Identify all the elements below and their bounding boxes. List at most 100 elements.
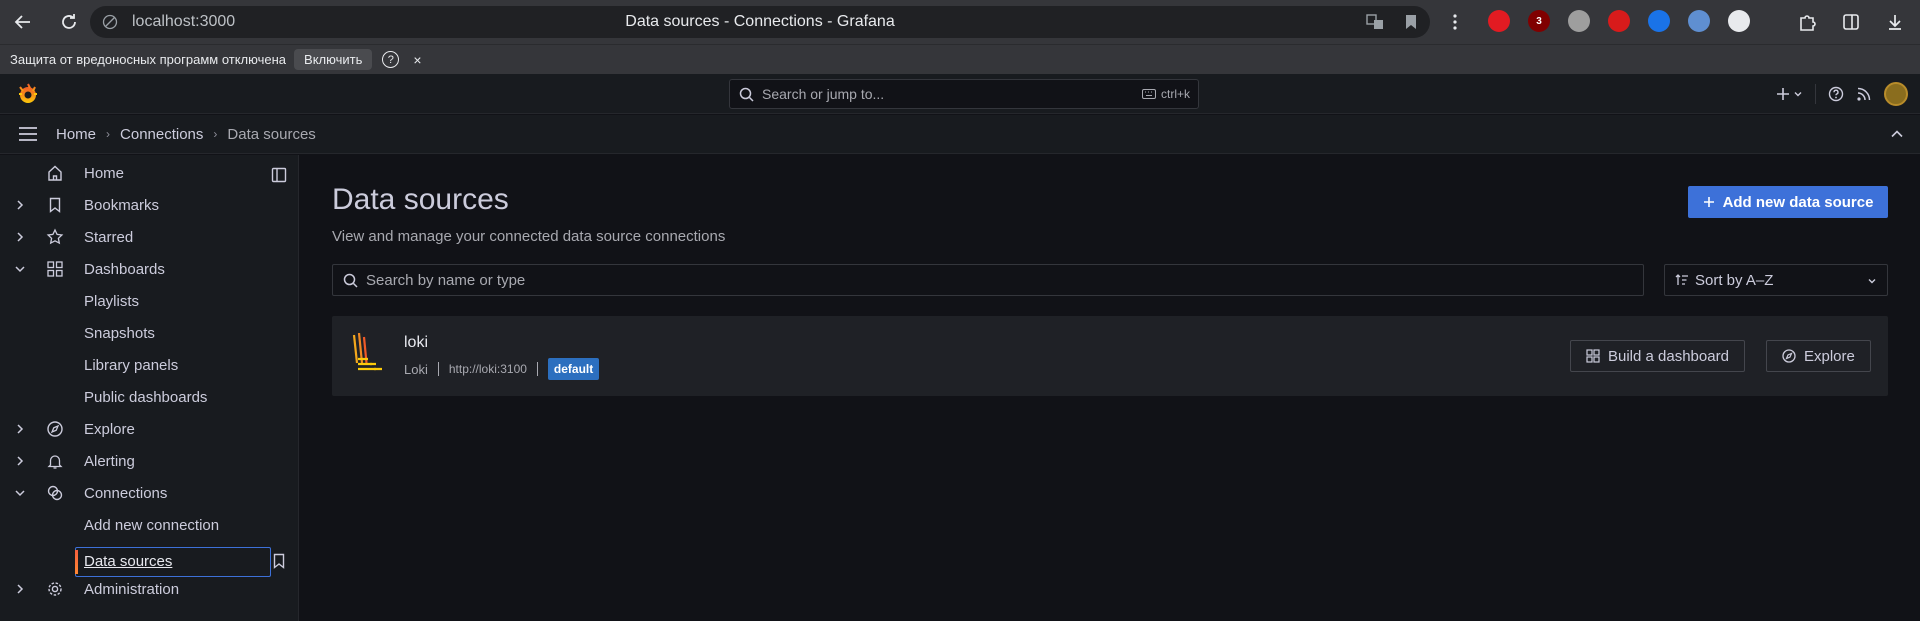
chevron-down-icon[interactable]: [14, 263, 26, 275]
menu-toggle-icon[interactable]: [18, 126, 38, 142]
extensions-puzzle-icon[interactable]: [1794, 9, 1820, 35]
opera-icon[interactable]: [1488, 10, 1510, 32]
datasource-url: http://loki:3100: [448, 362, 527, 376]
build-dashboard-label: Build a dashboard: [1608, 347, 1729, 365]
chevron-down-icon: [1867, 276, 1877, 286]
sidebar-item-label: Home: [84, 164, 125, 182]
chevron-right-icon[interactable]: [14, 423, 26, 435]
datasource-search-input[interactable]: Search by name or type: [332, 264, 1644, 296]
compass-icon: [1782, 349, 1796, 363]
sidebar-item-add-new-connection[interactable]: Add new connection: [0, 510, 299, 540]
ublock-icon[interactable]: 3: [1528, 10, 1550, 32]
default-badge: default: [547, 358, 600, 380]
sidebar-item-explore[interactable]: Explore: [0, 414, 299, 444]
chevron-right-icon: ›: [106, 127, 111, 141]
chevron-right-icon[interactable]: [14, 455, 26, 467]
shield-ext-icon[interactable]: [1688, 10, 1710, 32]
sidebar-item-label: Connections: [84, 484, 168, 502]
add-new-data-source-button[interactable]: Add new data source: [1688, 186, 1888, 218]
sort-icon: [1675, 273, 1689, 287]
enable-protection-button[interactable]: Включить: [294, 49, 373, 70]
help-icon[interactable]: ?: [382, 51, 400, 68]
calendar-ext-icon[interactable]: [1728, 10, 1750, 32]
chevron-right-icon[interactable]: [14, 583, 26, 595]
datasource-name[interactable]: loki: [404, 334, 428, 352]
bookmark-page-icon[interactable]: [272, 553, 286, 569]
sidebar-item-label: Dashboards: [84, 260, 165, 278]
search-placeholder: Search or jump to...: [762, 86, 885, 102]
datasource-card[interactable]: loki Loki http://loki:3100 default Build…: [332, 316, 1888, 396]
more-menu-icon[interactable]: [1442, 9, 1468, 35]
sidebar-item-label: Playlists: [84, 292, 140, 310]
sidebar-item-alerting[interactable]: Alerting: [0, 446, 299, 476]
sort-select[interactable]: Sort by A–Z: [1664, 264, 1888, 296]
breadcrumb-data-sources: Data sources: [227, 125, 316, 143]
sidebar-item-label: Add new connection: [84, 516, 220, 534]
chevron-up-icon[interactable]: [1890, 127, 1904, 141]
search-input[interactable]: Search or jump to... ctrl+k: [729, 79, 1199, 109]
sidepanel-icon[interactable]: [1838, 9, 1864, 35]
sidebar-item-library-panels[interactable]: Library panels: [0, 350, 299, 380]
close-infobar-button[interactable]: ×: [413, 52, 421, 68]
add-button-label: Add new data source: [1722, 193, 1874, 211]
sidebar-item-label: Snapshots: [84, 324, 155, 342]
chevron-down-icon[interactable]: [14, 487, 26, 499]
shazam-icon[interactable]: [1648, 10, 1670, 32]
page-subtitle: View and manage your connected data sour…: [332, 228, 726, 245]
home-icon: [46, 164, 64, 182]
news-rss-icon[interactable]: [1856, 86, 1872, 102]
sidebar-item-label: Bookmarks: [84, 196, 160, 214]
new-plus-icon[interactable]: [1776, 87, 1803, 101]
breadcrumb-connections[interactable]: Connections: [120, 126, 203, 143]
window-title: Data sources - Connections - Grafana: [625, 13, 895, 30]
page-title: Data sources: [332, 183, 509, 216]
chevron-right-icon[interactable]: [14, 199, 26, 211]
sidebar-item-label: Administration: [84, 580, 180, 598]
sidebar-item-label: Explore: [84, 420, 135, 438]
breadcrumb: Home › Connections › Data sources: [56, 126, 316, 143]
sidebar-item-public-dashboards[interactable]: Public dashboards: [0, 382, 299, 412]
camera-ext-icon[interactable]: [1568, 10, 1590, 32]
sidebar-item-label: Public dashboards: [84, 388, 208, 406]
connections-icon: [46, 484, 64, 502]
breadcrumb-home[interactable]: Home: [56, 126, 96, 143]
back-icon[interactable]: [10, 9, 36, 35]
infobar: Защита от вредоносных программ отключена…: [0, 44, 1920, 74]
sidebar-item-bookmarks[interactable]: Bookmarks: [0, 190, 299, 220]
sidebar-item-label: Alerting: [84, 452, 135, 470]
user-avatar[interactable]: [1884, 82, 1908, 106]
chevron-right-icon: ›: [213, 127, 218, 141]
sidebar-item-playlists[interactable]: Playlists: [0, 286, 299, 316]
sidebar-item-label: Starred: [84, 228, 134, 246]
build-dashboard-button[interactable]: Build a dashboard: [1570, 340, 1745, 372]
sidebar-item-home[interactable]: Home: [0, 158, 299, 188]
sidebar-item-dashboards[interactable]: Dashboards: [0, 254, 299, 284]
pdf-icon[interactable]: [1608, 10, 1630, 32]
plus-icon: [1703, 196, 1715, 208]
divider: [536, 362, 538, 376]
chevron-right-icon[interactable]: [14, 231, 26, 243]
sidebar-item-administration[interactable]: Administration: [0, 574, 299, 604]
shortcut-text: ctrl+k: [1160, 87, 1190, 101]
translate-icon[interactable]: [1366, 13, 1384, 31]
help-circle-icon[interactable]: [1828, 86, 1844, 102]
sidebar-item-connections[interactable]: Connections: [0, 478, 299, 508]
breadcrumb-bar: Home › Connections › Data sources: [0, 115, 1920, 154]
star-icon: [46, 228, 64, 246]
compass-icon: [46, 420, 64, 438]
sidebar-item-data-sources[interactable]: Data sources: [75, 547, 271, 577]
explore-button[interactable]: Explore: [1766, 340, 1871, 372]
explore-label: Explore: [1804, 347, 1855, 365]
address-bar[interactable]: localhost:3000 Data sources - Connection…: [90, 6, 1430, 38]
sidebar-item-snapshots[interactable]: Snapshots: [0, 318, 299, 348]
bookmark-star-icon[interactable]: [1402, 13, 1420, 31]
grafana-logo-icon[interactable]: [16, 82, 40, 106]
grafana-topbar: Search or jump to... ctrl+k: [0, 74, 1920, 114]
sort-value: Sort by A–Z: [1695, 271, 1774, 289]
site-info-icon[interactable]: [102, 14, 118, 30]
search-icon: [343, 273, 358, 288]
reload-icon[interactable]: [56, 9, 82, 35]
url-text[interactable]: localhost:3000: [132, 13, 235, 31]
sidebar-item-starred[interactable]: Starred: [0, 222, 299, 252]
download-icon[interactable]: [1882, 9, 1908, 35]
